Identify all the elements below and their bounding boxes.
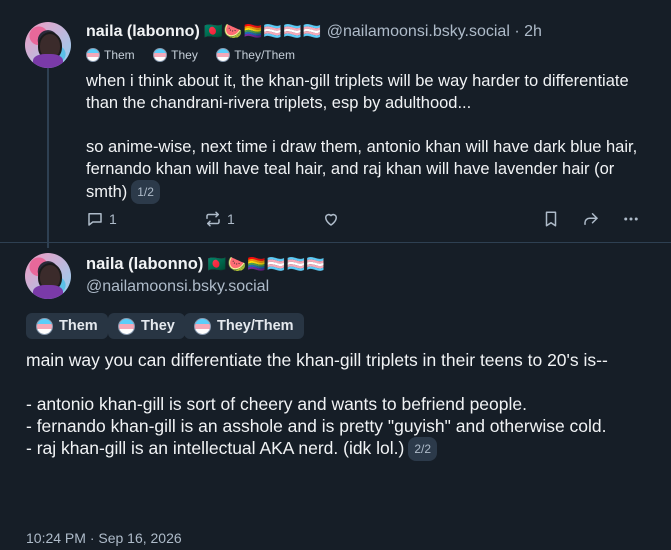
author-handle[interactable]: @nailamoonsi.bsky.social — [327, 23, 510, 40]
pronoun-flag-icon — [194, 317, 211, 335]
more-icon — [624, 217, 638, 221]
bookmark-icon — [545, 211, 557, 227]
pronoun-list: Them They They/Them — [86, 48, 309, 67]
post-header: naila (labonno) 🇧🇩🍉🏳️‍🌈🏳️‍⚧️🏳️‍⚧️🏳️‍⚧️ — [86, 255, 326, 274]
reply-button[interactable]: 1 — [86, 210, 117, 228]
share-icon — [584, 213, 598, 225]
author-name[interactable]: naila (labonno) — [86, 23, 200, 40]
author-handle[interactable]: @nailamoonsi.bsky.social — [86, 278, 269, 296]
author-flags: 🇧🇩🍉🏳️‍🌈🏳️‍⚧️🏳️‍⚧️🏳️‍⚧️ — [204, 23, 323, 40]
avatar[interactable] — [25, 22, 71, 68]
pronoun-flag-icon — [86, 48, 100, 62]
pronoun-flag-icon — [153, 48, 168, 62]
like-button[interactable] — [322, 210, 340, 228]
action-bar: 1 1 — [86, 210, 646, 230]
repost-count: 1 — [227, 211, 235, 227]
pronoun-chip: They — [108, 313, 185, 339]
post-text: when i think about it, the khan-gill tri… — [86, 70, 651, 204]
pronoun-flag-icon — [118, 317, 135, 335]
avatar[interactable] — [25, 253, 71, 299]
pronoun-chip: Them — [26, 313, 108, 339]
pronoun-chip: They/Them — [184, 313, 304, 339]
pronoun-tag: They/Them — [216, 48, 295, 62]
pronoun-tag: Them — [86, 48, 135, 62]
like-icon — [325, 213, 337, 226]
post-paragraph: so anime-wise, next time i draw them, an… — [86, 136, 651, 204]
bookmark-button[interactable] — [542, 210, 560, 228]
pronoun-flag-icon — [216, 48, 231, 62]
thread-count-badge: 1/2 — [131, 180, 160, 204]
post-paragraph: when i think about it, the khan-gill tri… — [86, 72, 629, 112]
post-timestamp[interactable]: 10:24 PM · Sep 16, 2026 — [26, 530, 182, 546]
reply-count: 1 — [109, 211, 117, 227]
pronoun-tag: They — [153, 48, 198, 62]
share-button[interactable] — [582, 210, 600, 228]
post-text: main way you can differentiate the khan-… — [26, 349, 646, 461]
post-time[interactable]: · 2h — [514, 23, 542, 40]
more-button[interactable] — [622, 210, 640, 228]
reply-icon — [88, 213, 102, 226]
repost-icon — [206, 211, 220, 227]
post-header: naila (labonno) 🇧🇩🍉🏳️‍🌈🏳️‍⚧️🏳️‍⚧️🏳️‍⚧️ @… — [86, 22, 542, 41]
repost-button[interactable]: 1 — [204, 210, 235, 228]
author-name[interactable]: naila (labonno) — [86, 255, 203, 273]
reply-post[interactable]: naila (labonno) 🇧🇩🍉🏳️‍🌈🏳️‍⚧️🏳️‍⚧️🏳️‍⚧️ @… — [0, 0, 671, 248]
pronoun-flag-icon — [36, 317, 53, 335]
author-flags: 🇧🇩🍉🏳️‍🌈🏳️‍⚧️🏳️‍⚧️🏳️‍⚧️ — [207, 256, 326, 273]
thread-count-badge: 2/2 — [408, 437, 438, 461]
thread-line — [47, 68, 49, 248]
